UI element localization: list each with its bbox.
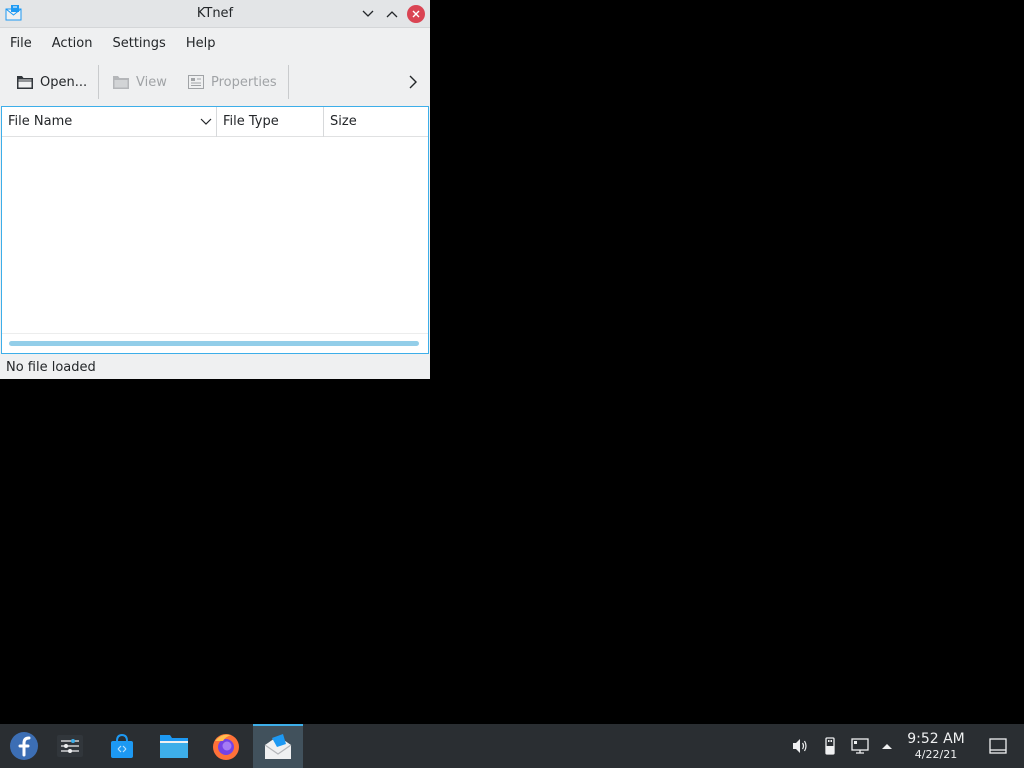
open-button[interactable]: Open... [16, 68, 87, 96]
chevron-right-icon [409, 75, 417, 89]
volume-icon [793, 739, 807, 753]
firefox-task[interactable] [202, 724, 250, 768]
discover-task[interactable] [98, 724, 146, 768]
column-label: File Name [8, 114, 73, 129]
network-icon [851, 738, 869, 754]
clock-date: 4/22/21 [914, 748, 958, 761]
view-button[interactable]: View [112, 68, 167, 96]
view-label: View [136, 74, 167, 90]
expand-tray-button[interactable] [877, 736, 897, 756]
volume-tray-button[interactable] [790, 736, 810, 756]
show-desktop-button[interactable] [988, 737, 1008, 755]
network-tray-button[interactable] [850, 736, 870, 756]
desktop: KTnef File Action Settings Help Open... … [0, 0, 1024, 768]
chevron-down-icon [362, 10, 374, 17]
fedora-launcher-icon [10, 732, 38, 760]
ktnef-task[interactable] [253, 724, 303, 768]
folder-icon [113, 76, 129, 89]
toolbar-separator [98, 65, 99, 99]
clock-time: 9:52 AM [907, 731, 965, 747]
list-body[interactable] [2, 138, 428, 333]
system-settings-task[interactable] [46, 724, 94, 768]
scrollbar-handle[interactable] [9, 341, 419, 346]
column-header-size[interactable]: Size [324, 107, 428, 137]
close-icon [412, 10, 420, 18]
menu-file[interactable]: File [2, 32, 40, 56]
chevron-down-icon[interactable] [200, 116, 212, 131]
minimize-button[interactable] [359, 5, 377, 23]
ktnef-mail-icon [264, 734, 292, 759]
usb-icon [825, 737, 835, 755]
taskbar: 9:52 AM 4/22/21 [0, 724, 1024, 768]
expand-tray-icon [882, 744, 892, 749]
status-text: No file loaded [6, 360, 96, 375]
properties-button[interactable]: Properties [187, 68, 277, 96]
list-header: File Name File Type Size [2, 107, 428, 137]
discover-store-icon [111, 733, 133, 758]
close-button[interactable] [407, 5, 425, 23]
maximize-button[interactable] [383, 5, 401, 23]
column-header-file-name[interactable]: File Name [2, 107, 217, 137]
properties-label: Properties [211, 74, 277, 90]
column-label: Size [330, 114, 357, 129]
digital-clock[interactable]: 9:52 AM 4/22/21 [900, 730, 972, 761]
firefox-icon [213, 734, 239, 760]
ktnef-window: KTnef File Action Settings Help Open... … [0, 0, 430, 379]
toolbar: Open... View Properties [0, 62, 430, 102]
show-desktop-icon [989, 738, 1007, 754]
title-bar[interactable]: KTnef [0, 0, 430, 28]
toolbar-separator [288, 65, 289, 99]
open-label: Open... [40, 74, 88, 90]
application-launcher-button[interactable] [0, 724, 48, 768]
properties-icon [188, 75, 204, 89]
toolbar-overflow-button[interactable] [404, 73, 422, 91]
column-header-file-type[interactable]: File Type [217, 107, 324, 137]
attachment-list[interactable]: File Name File Type Size [1, 106, 429, 354]
folder-open-icon [17, 76, 33, 89]
file-manager-task[interactable] [150, 724, 198, 768]
menu-help[interactable]: Help [178, 32, 224, 56]
column-label: File Type [223, 114, 279, 129]
chevron-up-icon [386, 11, 398, 18]
file-manager-icon [160, 735, 188, 758]
usb-tray-button[interactable] [820, 736, 840, 756]
menu-action[interactable]: Action [44, 32, 101, 56]
menu-bar: File Action Settings Help [0, 29, 430, 59]
menu-settings[interactable]: Settings [104, 32, 173, 56]
system-settings-icon [57, 735, 83, 757]
status-bar: No file loaded [0, 358, 430, 379]
horizontal-scrollbar[interactable] [2, 333, 428, 353]
